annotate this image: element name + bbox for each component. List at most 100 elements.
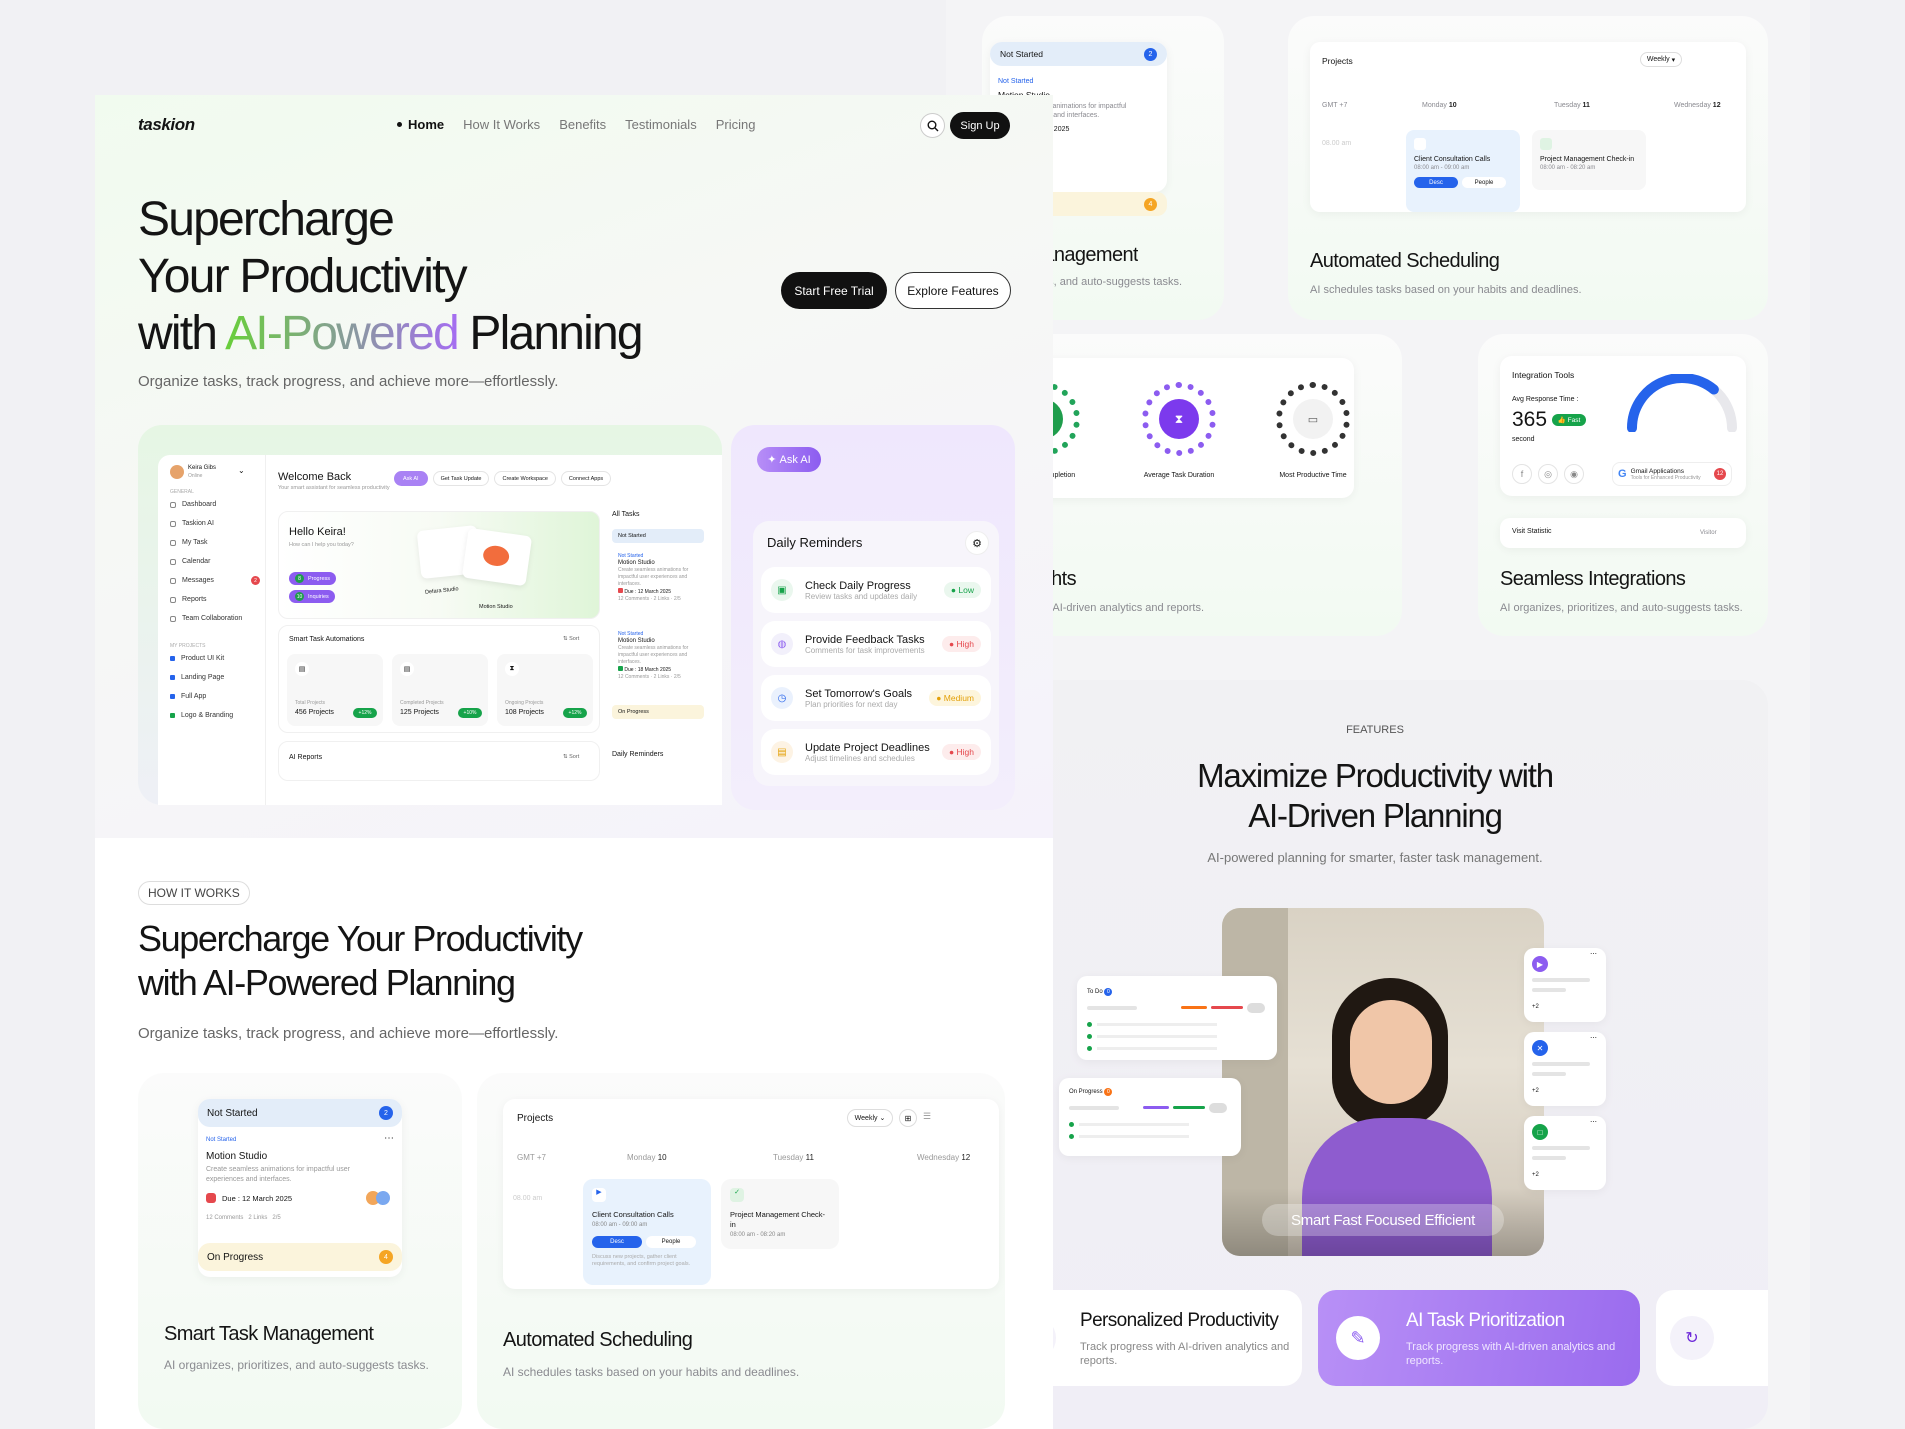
feature-title: Automated Scheduling [1310, 250, 1500, 272]
features-panel: Not Started 2 Not Started Motion Studio … [946, 0, 1810, 1429]
progress-chip[interactable]: 8 Progress [289, 572, 337, 585]
onprogress-card: On Progress 0 [1059, 1078, 1241, 1156]
whatsapp-icon[interactable]: ◎ [1538, 464, 1558, 484]
benefit-card-partial[interactable]: ↻ [1656, 1290, 1768, 1386]
how-badge: HOW IT WORKS [138, 881, 250, 905]
sidebar-item-reports[interactable]: Reports [170, 590, 260, 609]
sidebar-item-messages[interactable]: Messages 2 [170, 571, 260, 590]
connect-apps-chip[interactable]: Connect Apps [560, 471, 612, 486]
calendar-icon: ▣ [771, 579, 793, 601]
hero-section: taskion Home How It Works Benefits Testi… [95, 95, 1053, 838]
explore-features-button[interactable]: Explore Features [895, 272, 1011, 309]
task-card[interactable]: Not Started Motion Studio Create seamles… [612, 627, 704, 697]
search-icon [927, 120, 938, 131]
more-icon[interactable]: ⋯ [384, 1133, 394, 1144]
project-item[interactable]: Logo & Branding [170, 706, 260, 725]
search-button[interactable] [920, 113, 945, 138]
stat-value: 125 Projects [400, 709, 439, 716]
reminder-item[interactable]: ◷ Set Tomorrow's Goals Plan priorities fo… [761, 675, 991, 721]
people-tab[interactable]: People [1462, 177, 1506, 188]
automations-card: Smart Task Automations ⇅ Sort ▤ Total Pr… [278, 625, 600, 733]
features-subtitle: AI-powered planning for smarter, faster … [1207, 850, 1543, 865]
stat-delta: +12% [563, 708, 587, 718]
gear-icon[interactable]: ⚙ [965, 531, 989, 555]
sort-button[interactable]: ⇅ Sort [563, 754, 579, 760]
task-status: Not Started [998, 78, 1034, 85]
reminder-item[interactable]: ◍ Provide Feedback Tasks Comments for tas… [761, 621, 991, 667]
start-trial-button[interactable]: Start Free Trial [781, 272, 887, 309]
sort-button[interactable]: ⇅ Sort [563, 636, 579, 642]
gmail-sub: Tools for Enhanced Productivity [1630, 474, 1701, 481]
welcome-title: Welcome Back [278, 471, 352, 483]
nav-home[interactable]: Home [408, 117, 444, 132]
chevron-down-icon[interactable]: ⌄ [238, 466, 245, 475]
workspace-chip[interactable]: Create Workspace [494, 471, 556, 486]
project-item[interactable]: Full App [170, 687, 260, 706]
gmail-row[interactable]: G Gmail Applications Tools for Enhanced … [1612, 462, 1732, 486]
sidebar-item-taskion-ai[interactable]: Taskion AI [170, 514, 260, 533]
task-card[interactable]: Not Started Motion Studio Create seamles… [612, 549, 704, 619]
stat-label: Total Projects [295, 700, 326, 706]
nav-pricing[interactable]: Pricing [716, 117, 756, 132]
signup-button[interactable]: Sign Up [950, 112, 1010, 139]
mini-task-card[interactable]: ▶ ⋯ +2 [1524, 948, 1606, 1022]
brand-logo[interactable]: taskion [138, 115, 195, 135]
features-badge: FEATURES [1346, 724, 1404, 736]
monitor-icon: ▭ [1293, 399, 1333, 439]
event-card[interactable]: ✓ Project Management Check-in 08:00 am -… [721, 1179, 839, 1249]
app-icons: f ◎ ◉ [1512, 464, 1584, 484]
ask-ai-chip[interactable]: Ask AI [394, 471, 428, 486]
nav-testimonials[interactable]: Testimonials [625, 117, 697, 132]
mini-task-card[interactable]: ✕ ⋯ +2 [1524, 1032, 1606, 1106]
duration-ring: ⧗ [1142, 382, 1216, 456]
grid-icon[interactable]: ⊞ [899, 1109, 917, 1127]
stat-card: ▤ Total Projects 456 Projects +12% [287, 654, 383, 726]
dashboard-mockup: Keira Gibs Online ⌄ GENERAL Dashboard Ta… [138, 425, 722, 805]
more-icon[interactable]: ⋯ [1590, 1118, 1597, 1126]
list-icon[interactable]: ☰ [923, 1111, 931, 1122]
benefit-title: Personalized Productivity [1080, 1310, 1279, 1331]
insight-label: Average Task Duration [1143, 472, 1215, 479]
discord-icon[interactable]: ◉ [1564, 464, 1584, 484]
priority-tag: ● Medium [929, 690, 981, 706]
insight-label: Most Productive Time [1279, 472, 1347, 479]
benefit-card-active[interactable]: ✎ AI Task Prioritization Track progress … [1318, 1290, 1640, 1386]
stat-value: 456 Projects [295, 709, 334, 716]
desc-tab[interactable]: Desc [592, 1236, 642, 1248]
reminder-item[interactable]: ▤ Update Project Deadlines Adjust timelin… [761, 729, 991, 775]
facebook-icon[interactable]: f [1512, 464, 1532, 484]
mini-task-card[interactable]: □ ⋯ +2 [1524, 1116, 1606, 1190]
weekly-select[interactable]: Weekly ▾ [1640, 52, 1682, 67]
reminder-item[interactable]: ▣ Check Daily Progress Review tasks and u… [761, 567, 991, 613]
feature-title: Automated Scheduling [503, 1329, 693, 1351]
sidebar-item-dashboard[interactable]: Dashboard [170, 495, 260, 514]
event-card[interactable]: Client Consultation Calls 08:00 am - 09:… [1406, 130, 1520, 212]
kanban-card: Not Started 2 Not Started ⋯ Motion Studi… [198, 1099, 402, 1277]
how-subtitle: Organize tasks, track progress, and achi… [138, 1025, 559, 1042]
not-started-header: Not Started [612, 529, 704, 543]
project-item[interactable]: Product UI Kit [170, 649, 260, 668]
nav-how-it-works[interactable]: How It Works [463, 117, 540, 132]
wand-icon: ✎ [1336, 1316, 1380, 1360]
sidebar-item-calendar[interactable]: Calendar [170, 552, 260, 571]
people-tab[interactable]: People [646, 1236, 696, 1248]
more-icon[interactable]: ⋯ [1590, 1034, 1597, 1042]
stat-value: 108 Projects [505, 709, 544, 716]
ask-ai-button[interactable]: ✦ Ask AI [757, 447, 821, 472]
day-label: Wednesday 12 [1674, 102, 1721, 109]
sidebar-item-my-task[interactable]: My Task [170, 533, 260, 552]
more-icon[interactable]: ⋯ [1590, 950, 1597, 958]
day-label: Tuesday 11 [1554, 102, 1590, 109]
weekly-select[interactable]: Weekly ⌄ [847, 1109, 893, 1127]
nav-benefits[interactable]: Benefits [559, 117, 606, 132]
inquiries-chip[interactable]: 10 Inquiries [289, 590, 335, 603]
event-card[interactable]: ▶ Client Consultation Calls 08:00 am - 0… [583, 1179, 711, 1285]
event-card[interactable]: Project Management Check-in 08:00 am - 0… [1532, 130, 1646, 190]
sidebar-item-team[interactable]: Team Collaboration [170, 609, 260, 628]
project-item[interactable]: Landing Page [170, 668, 260, 687]
task-update-chip[interactable]: Get Task Update [432, 471, 490, 486]
hero-photo: Smart Fast Focused Efficient [1222, 908, 1544, 1256]
event-title: Client Consultation Calls [1414, 156, 1491, 163]
desc-tab[interactable]: Desc [1414, 177, 1458, 188]
count-badge: 2 [379, 1106, 393, 1120]
